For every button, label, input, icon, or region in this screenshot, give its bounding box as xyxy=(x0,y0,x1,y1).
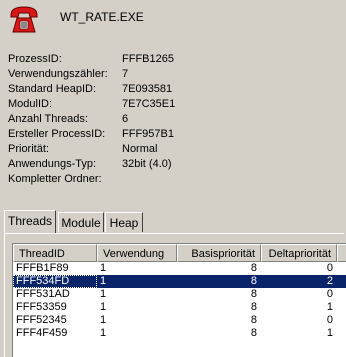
threads-list[interactable]: ThreadID Verwendung Basispriorität Delta… xyxy=(12,243,346,357)
cell-usage: 1 xyxy=(100,314,107,326)
prop-label: Anwendungs-Typ: xyxy=(8,158,97,170)
threads-list-header: ThreadID Verwendung Basispriorität Delta… xyxy=(13,244,346,262)
table-row[interactable]: FFF53359 1 8 1 xyxy=(13,301,346,314)
prop-value: 7E7C35E1 xyxy=(122,98,176,110)
cell-base-priority: 8 xyxy=(250,288,257,300)
cell-usage: 1 xyxy=(100,301,107,313)
column-header-usage[interactable]: Verwendung xyxy=(97,244,177,262)
cell-delta-priority: 0 xyxy=(326,314,333,326)
prop-value: 7 xyxy=(122,68,129,80)
cell-thread-id: FFF4F459 xyxy=(16,327,68,339)
cell-delta-priority: 0 xyxy=(326,262,333,274)
column-header-base-priority[interactable]: Basispriorität xyxy=(177,244,261,262)
cell-thread-id: FFFB1F89 xyxy=(16,262,69,274)
prop-label: Anzahl Threads: xyxy=(8,113,88,125)
cell-delta-priority: 1 xyxy=(326,327,333,339)
cell-base-priority: 8 xyxy=(250,314,257,326)
process-header: WT_RATE.EXE xyxy=(8,4,338,36)
column-header-delta-priority[interactable]: Deltapriorität xyxy=(261,244,337,262)
prop-value: Normal xyxy=(122,143,158,155)
cell-usage: 1 xyxy=(100,288,107,300)
prop-value: FFF957B1 xyxy=(122,128,174,140)
prop-value: 7E093581 xyxy=(122,83,173,95)
cell-base-priority: 8 xyxy=(250,262,257,274)
prop-value: 32bit (4.0) xyxy=(122,158,172,170)
cell-base-priority: 8 xyxy=(250,275,257,287)
cell-delta-priority: 0 xyxy=(326,288,333,300)
table-row[interactable]: FFF4F459 1 8 1 xyxy=(13,327,346,340)
prop-label: ModulID: xyxy=(8,98,53,110)
table-row[interactable]: FFFB1F89 1 8 0 xyxy=(13,262,346,275)
tab-heap[interactable]: Heap xyxy=(105,212,143,232)
cell-usage: 1 xyxy=(100,275,107,287)
cell-delta-priority: 2 xyxy=(326,275,333,287)
cell-usage: 1 xyxy=(100,327,107,339)
red-telephone-icon xyxy=(10,6,38,33)
cell-thread-id: FFF53359 xyxy=(16,301,67,313)
cell-usage: 1 xyxy=(100,262,107,274)
prop-label: Standard HeapID: xyxy=(8,83,97,95)
prop-label: Ersteller ProcessID: xyxy=(8,128,106,140)
cell-thread-id: FFF531AD xyxy=(16,288,70,300)
prop-label: Kompletter Ordner: xyxy=(8,173,102,185)
prop-value: 6 xyxy=(122,113,129,125)
table-row[interactable]: FFF52345 1 8 0 xyxy=(13,314,346,327)
prop-label: Verwendungszähler: xyxy=(8,68,108,80)
table-row[interactable]: FFF531AD 1 8 0 xyxy=(13,288,346,301)
column-header-extra[interactable] xyxy=(337,244,346,262)
cell-thread-id: FFF52345 xyxy=(16,314,67,326)
cell-delta-priority: 1 xyxy=(326,301,333,313)
prop-value: FFFB1265 xyxy=(122,53,174,65)
cell-base-priority: 8 xyxy=(250,301,257,313)
cell-base-priority: 8 xyxy=(250,327,257,339)
prop-label: ProzessID: xyxy=(8,53,62,65)
tab-module[interactable]: Module xyxy=(58,212,104,232)
table-row-selected[interactable]: FFF534FD 1 8 2 xyxy=(13,275,346,288)
column-header-thread-id[interactable]: ThreadID xyxy=(13,244,97,262)
tab-threads[interactable]: Threads xyxy=(4,210,56,233)
cell-thread-id: FFF534FD xyxy=(13,275,97,288)
process-name: WT_RATE.EXE xyxy=(60,10,144,24)
prop-label: Priorität: xyxy=(8,143,49,155)
